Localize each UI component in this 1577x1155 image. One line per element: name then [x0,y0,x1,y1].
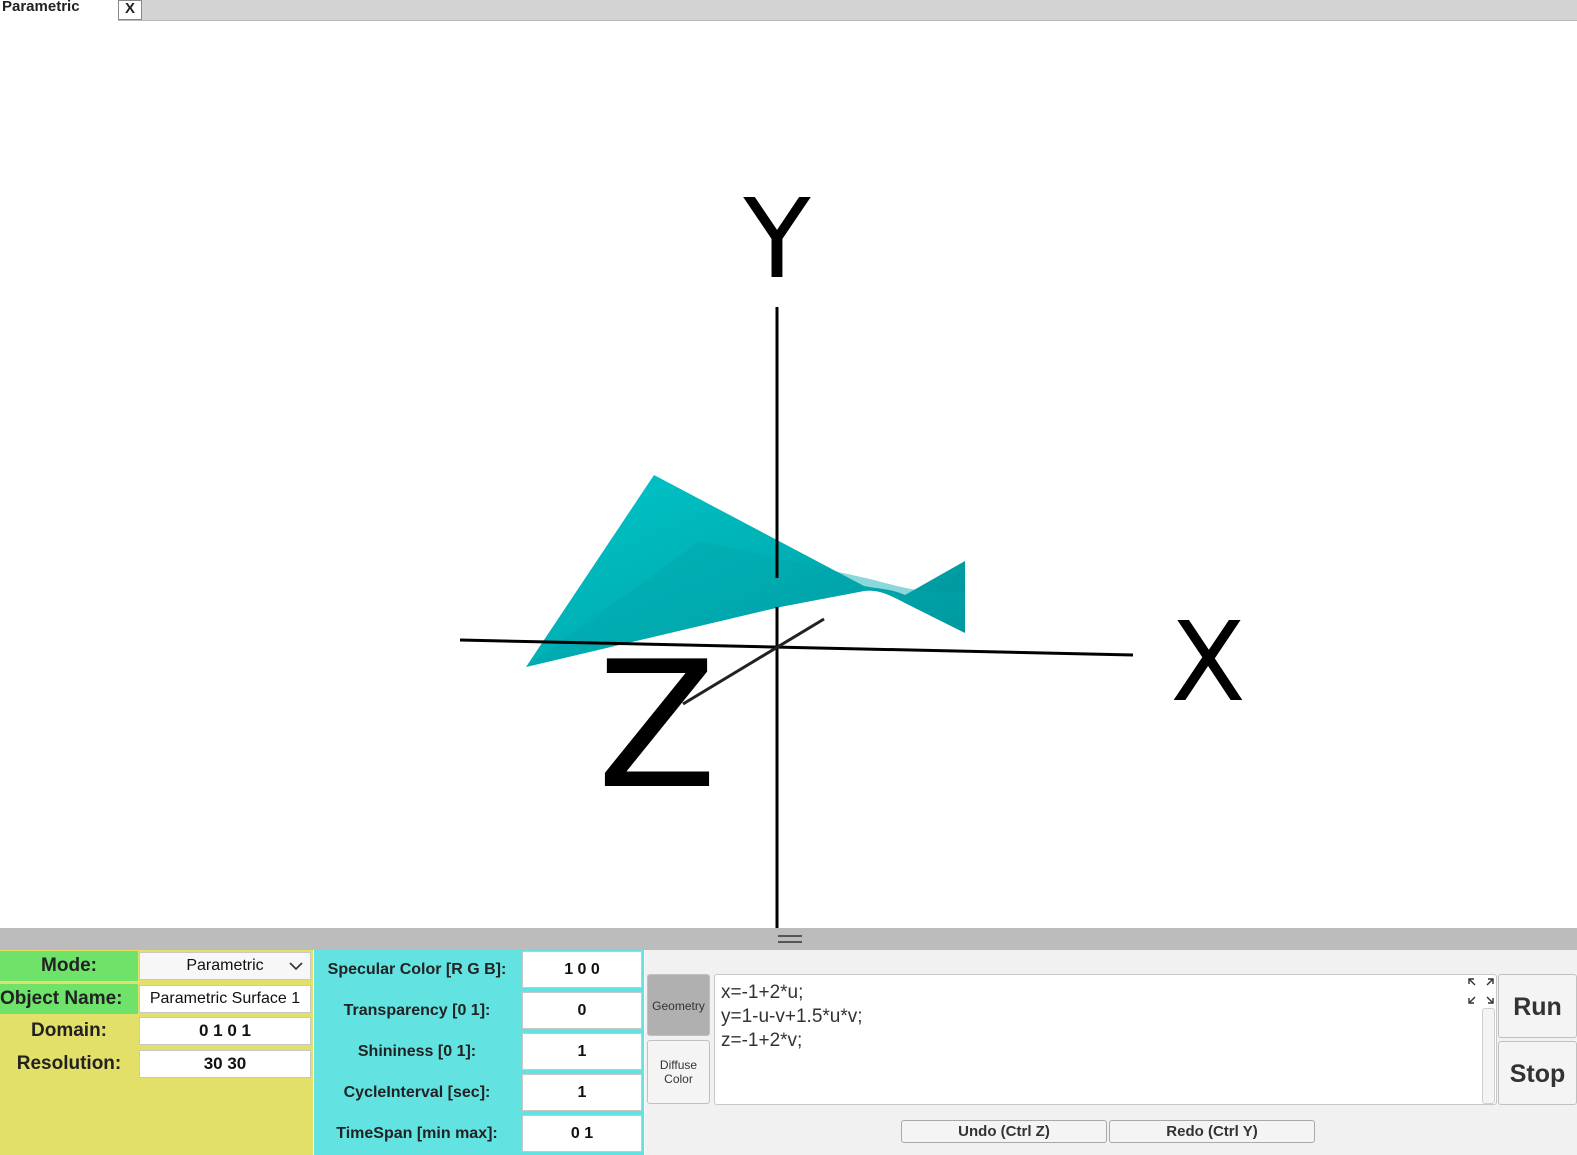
shininess-field[interactable]: 1 [522,1033,642,1070]
y-axis-label: Y [742,175,811,303]
domain-field[interactable]: 0 1 0 1 [139,1017,311,1045]
diffuse-color-button[interactable]: Diffuse Color [647,1040,710,1104]
code-editor[interactable]: x=-1+2*u; y=1-u-v+1.5*u*v; z=-1+2*v; [714,974,1497,1105]
resolution-label: Resolution: [16,1053,122,1074]
code-scrollbar[interactable] [1482,1008,1495,1104]
transparency-label: Transparency [0 1]: [343,1002,491,1019]
redo-button[interactable]: Redo (Ctrl Y) [1109,1120,1315,1143]
object-properties-panel: Mode: Parametric Object Name: Parametric… [0,950,313,1155]
code-editor-panel: Geometry Diffuse Color x=-1+2*u; y=1-u-v… [645,950,1577,1155]
tab-parametric[interactable]: Parametric [0,0,118,21]
diffuse-color-label: Diffuse Color [659,1058,698,1086]
splitter-grip-icon[interactable] [778,935,802,943]
z-axis-label: Z [597,625,717,828]
run-button[interactable]: Run [1498,974,1577,1038]
cycle-interval-label: CycleInterval [sec]: [343,1084,491,1101]
object-name-field[interactable]: Parametric Surface 1 [139,985,311,1013]
specular-color-field[interactable]: 1 0 0 [522,951,642,988]
resolution-field[interactable]: 30 30 [139,1050,311,1078]
tab-bar: Parametric X [0,0,1577,21]
material-panel: Specular Color [R G B]: 1 0 0 Transparen… [314,950,644,1155]
undo-button[interactable]: Undo (Ctrl Z) [901,1120,1107,1143]
cycle-interval-field[interactable]: 1 [522,1074,642,1111]
tab-close-button[interactable]: X [118,0,142,20]
3d-viewport[interactable]: Y X Z [0,21,1577,928]
expand-icon[interactable] [1467,977,1495,1005]
mode-label: Mode: [0,951,138,981]
x-axis-label: X [1170,598,1245,726]
domain-label: Domain: [31,1020,107,1041]
object-name-label: Object Name: [0,984,138,1014]
mode-select[interactable]: Parametric [139,952,311,980]
transparency-field[interactable]: 0 [522,992,642,1029]
specular-color-label: Specular Color [R G B]: [327,961,507,978]
timespan-field[interactable]: 0 1 [522,1115,642,1152]
panel-splitter[interactable] [0,928,1577,950]
chevron-down-icon [289,962,303,971]
shininess-label: Shininess [0 1]: [357,1043,477,1060]
timespan-label: TimeSpan [min max]: [336,1125,498,1142]
stop-button[interactable]: Stop [1498,1041,1577,1105]
mode-value: Parametric [186,957,264,974]
scene-canvas[interactable]: Y X Z [0,21,1577,928]
geometry-button[interactable]: Geometry [647,974,710,1036]
